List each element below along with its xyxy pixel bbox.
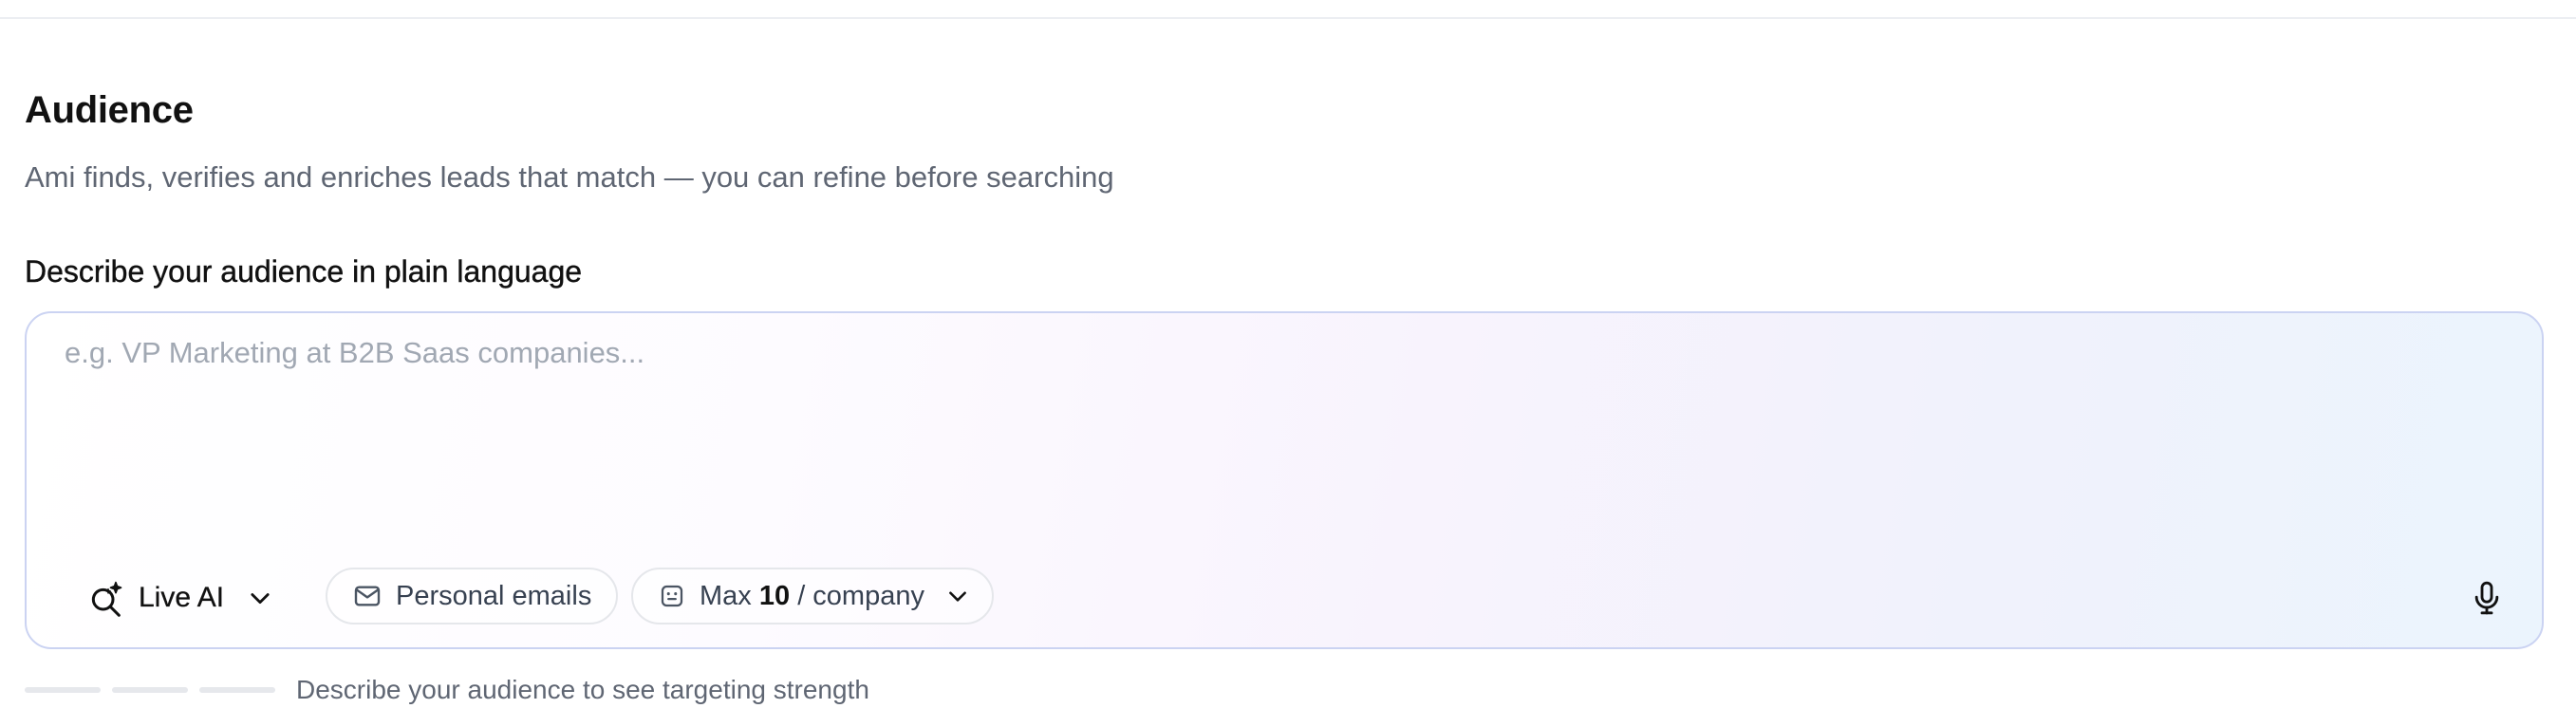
top-divider	[0, 17, 2576, 19]
mail-icon	[352, 581, 383, 611]
search-sparkle-icon	[87, 579, 125, 617]
mode-select-live-ai[interactable]: Live AI	[87, 569, 273, 626]
max-value: 10	[758, 580, 791, 611]
max-prefix: Max	[700, 580, 752, 611]
section-title: Audience	[25, 89, 194, 131]
composer-toolbar: Live AI Personal emails Max 10 / company	[27, 568, 2542, 628]
max-per-company-select[interactable]: Max 10 / company	[631, 568, 994, 624]
max-per-company-label: Max 10 / company	[700, 581, 924, 612]
targeting-strength-indicator: Describe your audience to see targeting …	[25, 669, 869, 711]
strength-segment	[199, 687, 275, 693]
counter-icon	[658, 582, 686, 610]
audience-composer: Live AI Personal emails	[25, 311, 2544, 649]
microphone-button[interactable]	[2460, 571, 2513, 624]
mode-select-label: Live AI	[139, 582, 225, 613]
max-suffix: / company	[797, 580, 924, 611]
microphone-icon	[2468, 579, 2506, 617]
personal-emails-toggle[interactable]: Personal emails	[326, 568, 618, 624]
strength-segment	[25, 687, 101, 693]
personal-emails-label: Personal emails	[396, 580, 592, 611]
chevron-down-icon	[247, 585, 273, 611]
chevron-down-icon	[945, 584, 970, 608]
strength-segment	[112, 687, 188, 693]
audience-page: Audience Ami finds, verifies and enriche…	[0, 0, 2576, 727]
audience-input[interactable]	[27, 313, 2542, 531]
targeting-strength-message: Describe your audience to see targeting …	[296, 675, 869, 704]
audience-input-label: Describe your audience in plain language	[25, 254, 583, 289]
section-subtitle: Ami finds, verifies and enriches leads t…	[25, 160, 1114, 194]
